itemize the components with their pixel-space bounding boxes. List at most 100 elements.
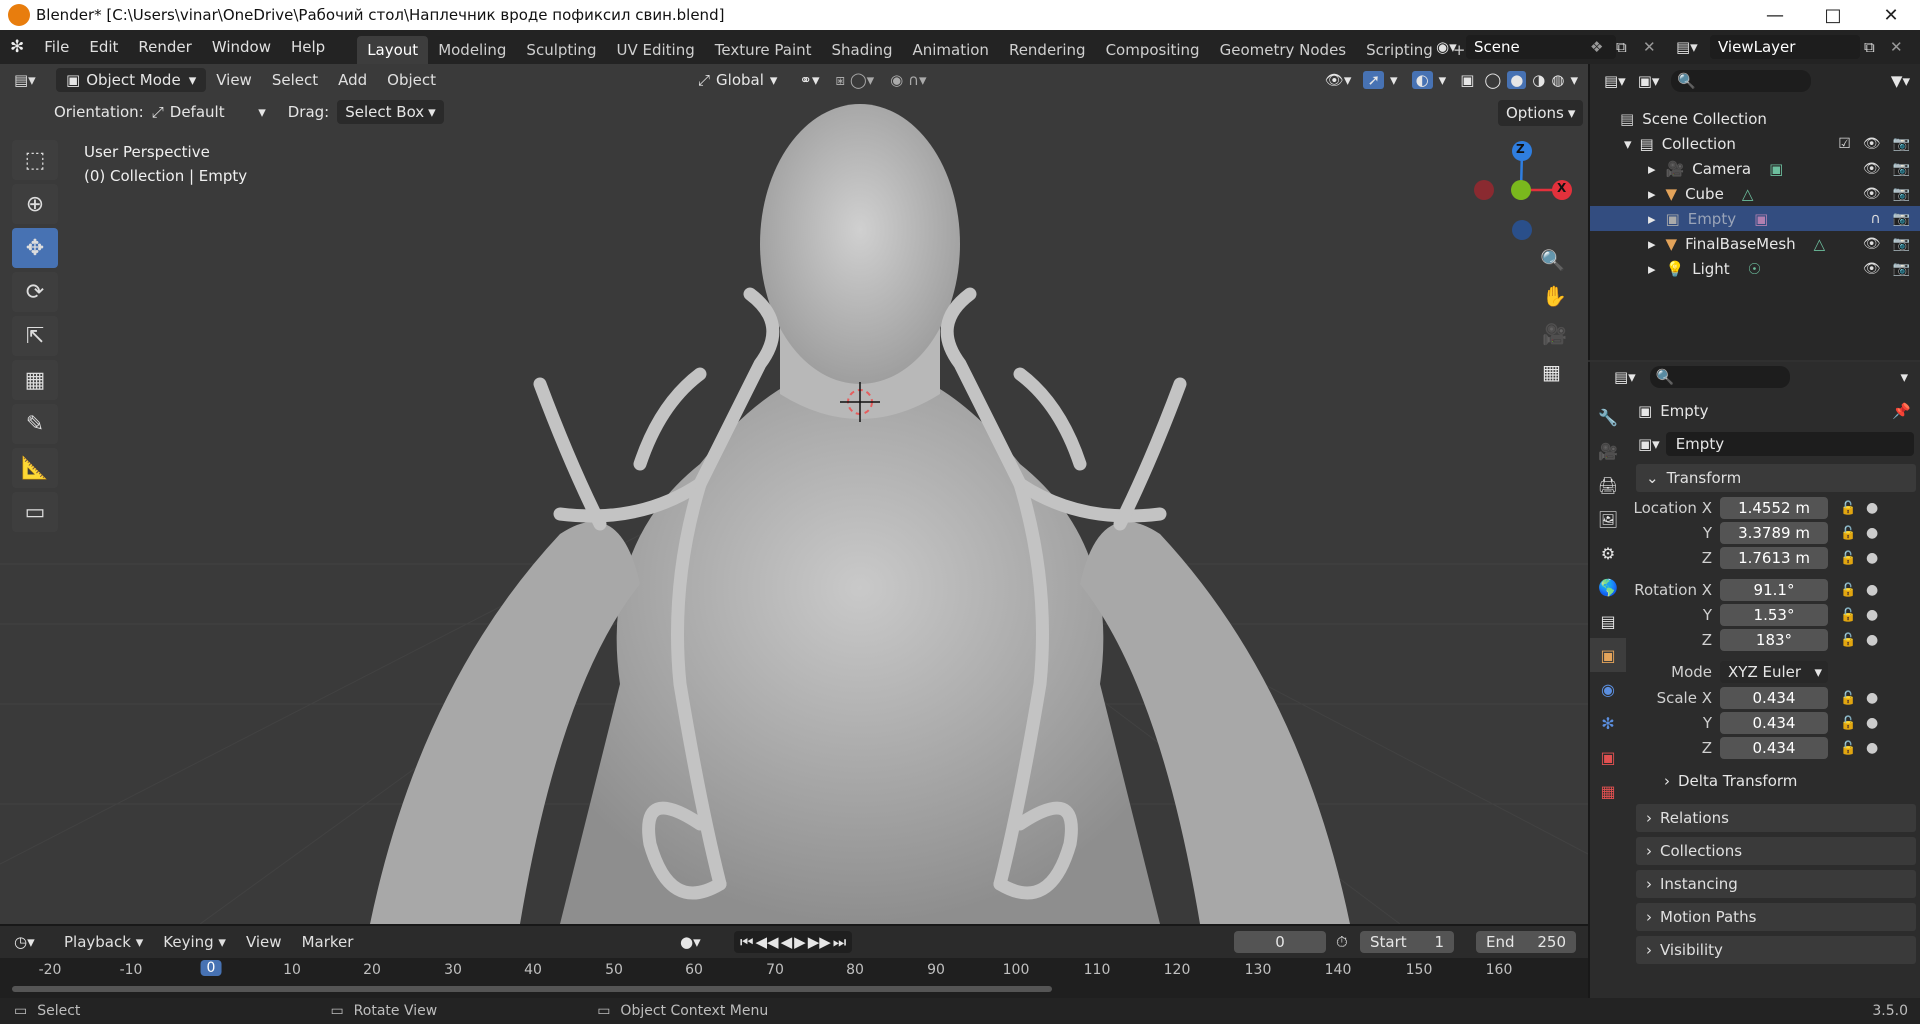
tab-shading[interactable]: Shading — [822, 36, 903, 64]
object-name-input[interactable]: Empty — [1665, 432, 1914, 456]
tab-texture-paint[interactable]: Texture Paint — [705, 36, 822, 64]
menu-edit[interactable]: Edit — [79, 30, 128, 64]
lock-icon[interactable]: 🔓 — [1840, 608, 1856, 623]
keyframe-dot-icon[interactable]: ● — [1866, 550, 1878, 566]
rendered-shading-icon[interactable]: ◍ — [1551, 71, 1564, 89]
lock-icon[interactable]: 🔓 — [1840, 501, 1856, 516]
viewlayer-selector-icon[interactable]: ▤▾ — [1676, 35, 1698, 59]
outliner-scene-collection[interactable]: ▤ Scene Collection — [1590, 106, 1920, 131]
camera-render-icon[interactable]: 📷 — [1893, 261, 1910, 277]
outliner-search-input[interactable]: 🔍 — [1671, 70, 1812, 92]
location-y-field[interactable]: 3.3789 m — [1720, 522, 1828, 544]
menu-view[interactable]: View — [206, 64, 262, 97]
viewport-3d[interactable]: Z X ▤▾ ▣ Object Mode ▾ View Select Add O… — [0, 64, 1588, 924]
next-keyframe-icon[interactable]: ▶▶ — [808, 933, 831, 951]
expand-arrow-icon[interactable]: ▸ — [1648, 210, 1656, 228]
menu-add[interactable]: Add — [328, 64, 377, 97]
timeline-scrollbar[interactable] — [12, 986, 1052, 992]
lock-icon[interactable]: 🔓 — [1840, 691, 1856, 706]
rotation-mode-select[interactable]: XYZ Euler ▾ — [1720, 661, 1828, 683]
rotation-z-field[interactable]: 183° — [1720, 629, 1828, 651]
minimize-button[interactable]: — — [1746, 0, 1804, 30]
chevron-down-icon[interactable]: ▾ — [1900, 368, 1908, 386]
delete-viewlayer-icon[interactable]: ✕ — [1890, 35, 1903, 59]
scale-tool[interactable]: ⇱ — [12, 316, 58, 356]
scale-x-field[interactable]: 0.434 — [1720, 687, 1828, 709]
material-shading-icon[interactable]: ◑ — [1532, 71, 1545, 89]
keyframe-dot-icon[interactable]: ● — [1866, 500, 1878, 516]
menu-file[interactable]: File — [34, 30, 79, 64]
pin-icon[interactable]: 📌 — [1892, 402, 1911, 420]
lock-icon[interactable]: 🔓 — [1840, 741, 1856, 756]
camera-render-icon[interactable]: 📷 — [1893, 211, 1910, 227]
scene-selector-icon[interactable]: ◉▾ — [1428, 35, 1464, 59]
annotate-tool[interactable]: ✎ — [12, 404, 58, 444]
current-frame-indicator[interactable]: 0 — [200, 960, 222, 976]
editor-type-icon[interactable]: ▤▾ — [14, 71, 50, 89]
play-icon[interactable]: ▶ — [794, 933, 806, 951]
datablock-browse-icon[interactable]: ▣▾ — [1638, 435, 1660, 453]
menu-window[interactable]: Window — [202, 30, 281, 64]
gizmo-toggle-icon[interactable]: ➚ — [1363, 71, 1385, 89]
keyframe-dot-icon[interactable]: ● — [1866, 607, 1878, 623]
checkbox-icon[interactable]: ☑ — [1838, 136, 1851, 152]
transform-orientation-select[interactable]: ⤢ Global ▾ — [698, 71, 777, 89]
camera-view-icon[interactable]: 🎥 — [1542, 322, 1567, 346]
menu-marker[interactable]: Marker — [292, 926, 364, 958]
editor-type-icon[interactable]: ▤▾ — [1614, 368, 1636, 386]
tab-sculpting[interactable]: Sculpting — [516, 36, 606, 64]
tab-geometry-nodes[interactable]: Geometry Nodes — [1210, 36, 1357, 64]
chevron-down-icon[interactable]: ▾ — [1439, 71, 1447, 89]
drag-select[interactable]: Select Box ▾ — [337, 100, 444, 124]
camera-render-icon[interactable]: 📷 — [1893, 136, 1910, 152]
render-tab-icon[interactable]: 🎥 — [1590, 434, 1626, 468]
record-button[interactable]: ●▾ — [680, 933, 701, 951]
options-button[interactable]: Options ▾ — [1498, 100, 1584, 126]
chevron-down-icon[interactable]: ▾ — [1570, 71, 1578, 89]
viewlayer-field[interactable]: ViewLayer — [1710, 35, 1860, 59]
collapse-arrow-icon[interactable]: ▾ — [1624, 135, 1632, 153]
xray-icon[interactable]: ▣ — [1460, 71, 1474, 89]
location-x-field[interactable]: 1.4552 m — [1720, 497, 1828, 519]
tab-animation[interactable]: Animation — [902, 36, 998, 64]
tab-rendering[interactable]: Rendering — [999, 36, 1096, 64]
current-frame-field[interactable]: 0 — [1234, 931, 1326, 953]
keyframe-dot-icon[interactable]: ● — [1866, 740, 1878, 756]
start-frame-field[interactable]: Start 1 — [1360, 931, 1454, 953]
menu-view[interactable]: View — [236, 926, 292, 958]
menu-playback[interactable]: Playback ▾ — [54, 926, 153, 958]
expand-arrow-icon[interactable]: ▸ — [1648, 235, 1656, 253]
lock-icon[interactable]: 🔓 — [1840, 526, 1856, 541]
add-cube-tool[interactable]: ▭ — [12, 492, 58, 532]
prev-keyframe-icon[interactable]: ◀◀ — [756, 933, 779, 951]
expand-arrow-icon[interactable]: ▸ — [1648, 185, 1656, 203]
orientation-select[interactable]: ⤢ Default ▾ — [152, 103, 266, 121]
outliner-collection[interactable]: ▾ ▤ Collection ☑ 👁 📷 — [1590, 131, 1920, 156]
menu-keying[interactable]: Keying ▾ — [153, 926, 236, 958]
lock-icon[interactable]: 🔓 — [1840, 633, 1856, 648]
camera-render-icon[interactable]: 📷 — [1893, 186, 1910, 202]
new-scene-icon[interactable]: ⧉ — [1616, 35, 1627, 59]
blender-menu-icon[interactable]: ✻ — [0, 30, 34, 64]
rotation-x-field[interactable]: 91.1° — [1720, 579, 1828, 601]
scale-y-field[interactable]: 0.434 — [1720, 712, 1828, 734]
editor-type-icon[interactable]: ◷▾ — [14, 933, 54, 951]
editor-type-icon[interactable]: ▤▾ — [1604, 72, 1626, 90]
outliner-item-cube[interactable]: ▸ ▼ Cube △ 👁 📷 — [1590, 181, 1920, 206]
stopwatch-icon[interactable]: ⏱ — [1336, 933, 1348, 951]
solid-shading-icon[interactable]: ● — [1507, 71, 1527, 89]
delta-transform-subpanel[interactable]: › Delta Transform — [1664, 772, 1797, 790]
nav-pan-icon[interactable]: ✋ — [1542, 284, 1567, 308]
eye-icon[interactable]: 👁 — [1863, 161, 1881, 177]
proportional-edit-icon[interactable]: ◉ ∩▾ — [890, 71, 926, 89]
rotation-y-field[interactable]: 1.53° — [1720, 604, 1828, 626]
rotate-tool[interactable]: ⟳ — [12, 272, 58, 312]
tab-modeling[interactable]: Modeling — [428, 36, 516, 64]
tool-tab-icon[interactable]: 🔧 — [1590, 400, 1626, 434]
keyframe-dot-icon[interactable]: ● — [1866, 632, 1878, 648]
move-tool[interactable]: ✥ — [12, 228, 58, 268]
outliner-item-finalbasemesh[interactable]: ▸ ▼ FinalBaseMesh △ 👁 📷 — [1590, 231, 1920, 256]
timeline-ruler[interactable]: -20 -10 0 10 20 30 40 50 60 70 80 90 100… — [0, 958, 1588, 1000]
camera-render-icon[interactable]: 📷 — [1893, 161, 1910, 177]
select-box-tool[interactable]: ⬚ — [12, 140, 58, 180]
